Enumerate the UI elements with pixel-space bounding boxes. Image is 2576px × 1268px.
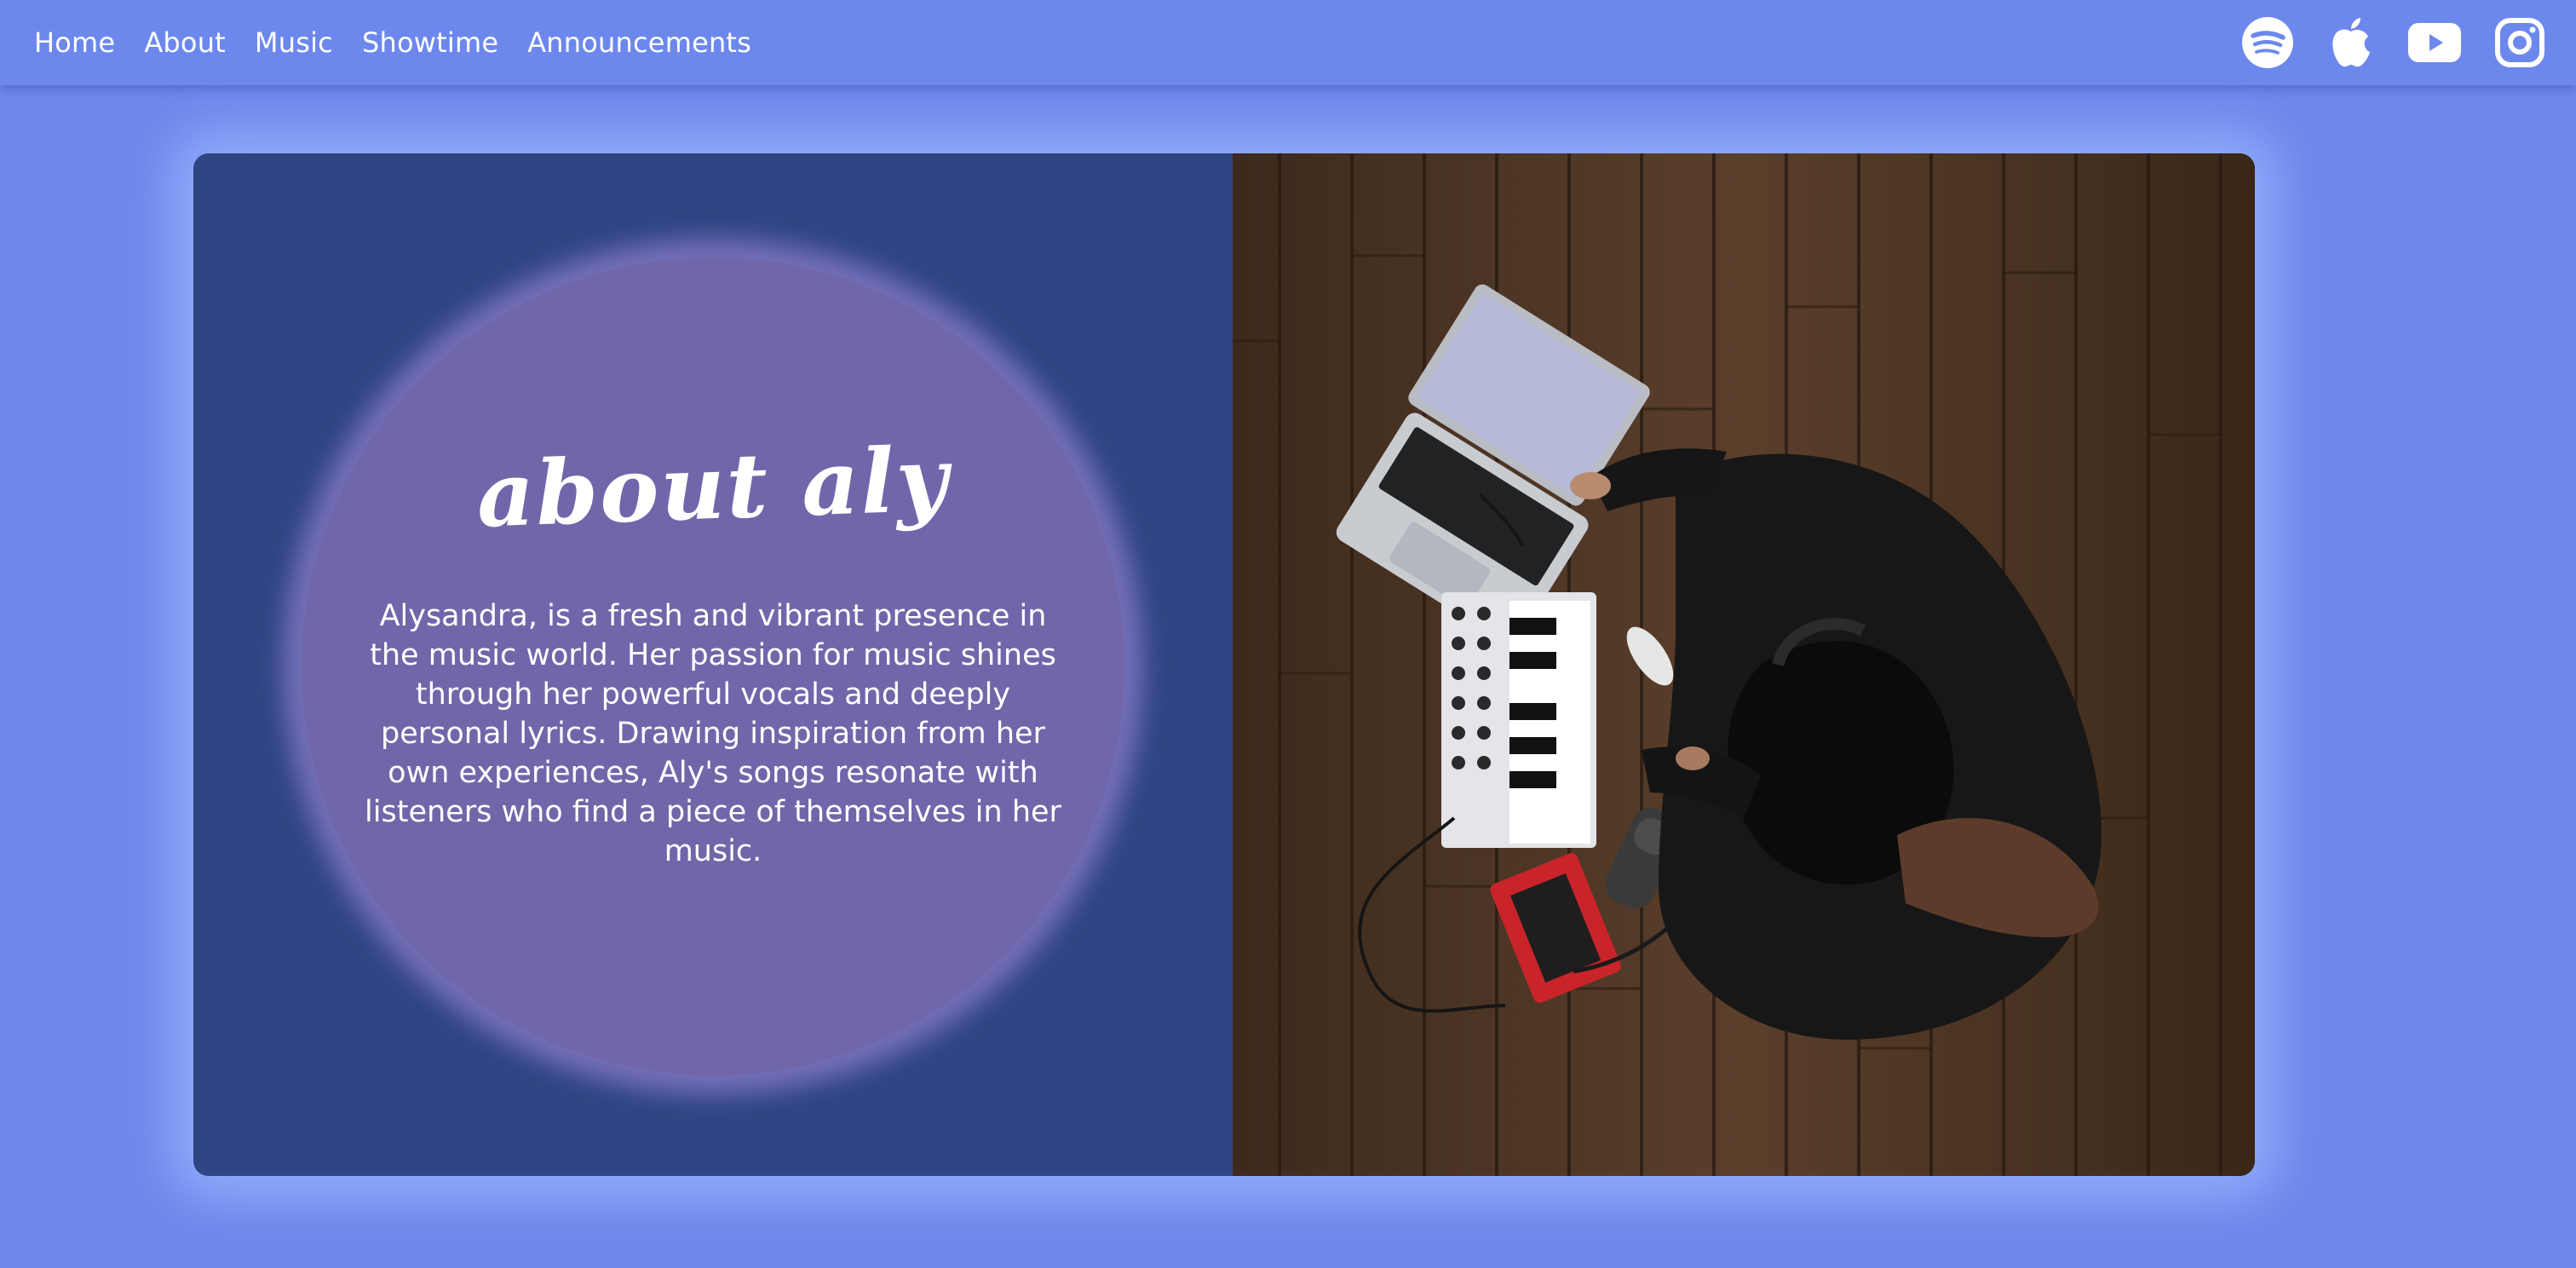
music-studio-photo bbox=[1233, 153, 2255, 1176]
about-panel: about aly Alysandra, is a fresh and vibr… bbox=[193, 153, 1233, 1176]
studio-illustration bbox=[1233, 153, 2255, 1176]
youtube-icon[interactable] bbox=[2407, 22, 2462, 63]
apple-music-icon[interactable] bbox=[2327, 15, 2375, 70]
nav-announcements-link[interactable]: Announcements bbox=[527, 26, 751, 59]
social-links bbox=[2240, 0, 2545, 85]
about-description: Alysandra, is a fresh and vibrant presen… bbox=[365, 599, 1061, 868]
nav-home-link[interactable]: Home bbox=[34, 26, 115, 59]
about-card: about aly Alysandra, is a fresh and vibr… bbox=[193, 153, 2255, 1176]
instagram-icon[interactable] bbox=[2494, 17, 2545, 68]
nav-showtime-link[interactable]: Showtime bbox=[362, 26, 498, 59]
nav-links: Home About Music Showtime Announcements bbox=[34, 0, 751, 85]
nav-about-link[interactable]: About bbox=[144, 26, 226, 59]
top-navbar: Home About Music Showtime Announcements bbox=[0, 0, 2576, 85]
nav-music-link[interactable]: Music bbox=[255, 26, 333, 59]
spotify-icon[interactable] bbox=[2240, 15, 2295, 70]
